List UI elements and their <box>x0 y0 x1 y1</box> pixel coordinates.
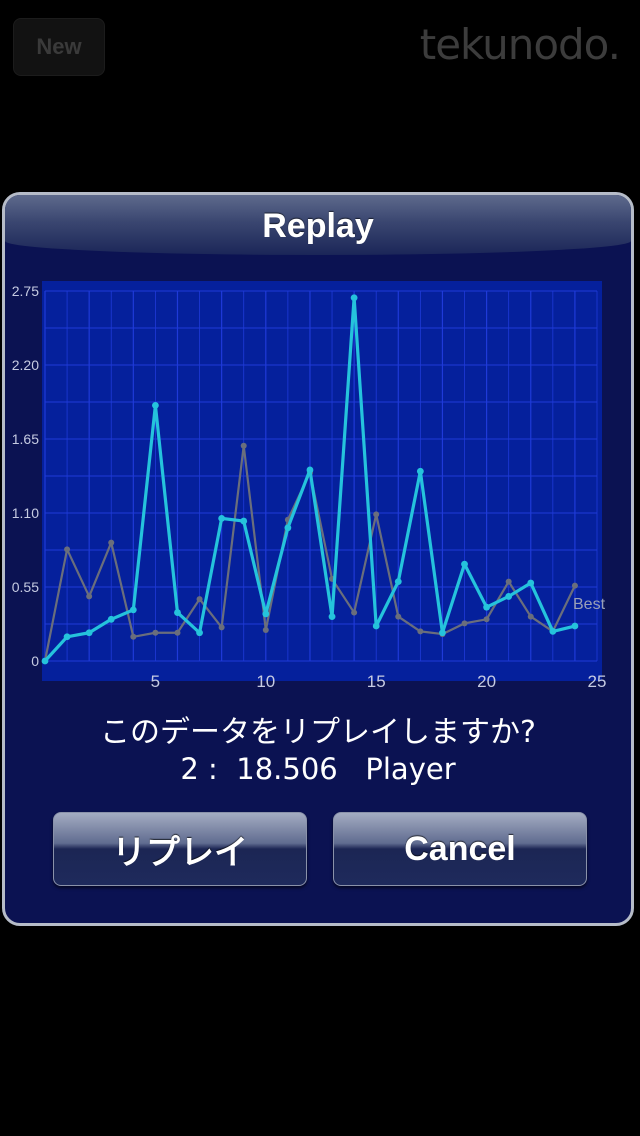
replay-record: 2 : 18.506 Player <box>180 752 456 786</box>
data-point <box>571 622 579 630</box>
x-tick-label: 25 <box>588 672 607 691</box>
x-tick-label: 5 <box>151 672 160 691</box>
y-tick-label: 0.55 <box>12 579 39 595</box>
data-point <box>196 596 203 603</box>
data-point <box>240 442 247 449</box>
replay-button[interactable]: リプレイ <box>53 812 307 886</box>
tekunodo-logo: tekunodo. <box>419 20 621 69</box>
data-point <box>372 622 380 630</box>
data-point <box>284 524 292 532</box>
y-tick-label: 2.75 <box>12 283 39 299</box>
data-point <box>86 593 93 600</box>
data-point <box>394 578 402 586</box>
data-point <box>417 628 424 635</box>
best-annotation: Best <box>573 596 606 613</box>
replay-dialog: Replay 0 0.55 1.10 1.65 2.20 2.75 5 10 15 20 25 B… <box>2 192 634 926</box>
data-point <box>527 613 534 620</box>
data-point <box>218 624 225 631</box>
y-tick-label: 0 <box>31 653 39 669</box>
y-axis-labels: 0 0.55 1.10 1.65 2.20 2.75 <box>12 283 39 669</box>
data-point <box>152 401 159 409</box>
data-point <box>107 615 115 623</box>
data-point <box>63 633 71 641</box>
y-tick-label: 1.65 <box>12 431 39 447</box>
data-point <box>240 517 248 525</box>
data-point <box>395 613 402 620</box>
data-point <box>262 627 269 634</box>
data-point <box>483 603 490 611</box>
data-point <box>373 511 380 518</box>
data-point <box>351 609 358 616</box>
data-point <box>174 629 181 636</box>
data-point <box>41 657 49 665</box>
x-tick-label: 10 <box>256 672 275 691</box>
data-point <box>152 629 159 636</box>
data-point <box>196 629 203 637</box>
data-point <box>129 606 137 614</box>
replay-question: このデータをリプレイしますか? <box>100 715 536 750</box>
data-point <box>483 616 490 623</box>
data-point <box>306 466 314 474</box>
top-bar: New tekunodo. <box>0 0 640 90</box>
data-point <box>571 582 578 589</box>
new-button[interactable]: New <box>13 18 105 76</box>
data-point <box>505 578 512 585</box>
data-point <box>505 593 513 600</box>
data-point <box>218 514 226 522</box>
data-point <box>130 633 137 640</box>
data-point <box>328 613 336 620</box>
data-point <box>549 628 557 635</box>
data-point <box>527 579 535 587</box>
data-point <box>174 609 181 616</box>
data-point <box>461 560 468 568</box>
dialog-title: Replay <box>262 207 374 245</box>
y-tick-label: 2.20 <box>12 357 39 373</box>
data-point <box>416 467 424 475</box>
y-tick-label: 1.10 <box>12 505 39 521</box>
data-point <box>439 629 446 637</box>
data-point <box>262 610 270 618</box>
x-tick-label: 15 <box>367 672 386 691</box>
x-tick-label: 20 <box>477 672 496 691</box>
data-point <box>108 539 115 546</box>
data-point <box>64 546 71 553</box>
data-point <box>461 620 468 627</box>
plot-area <box>42 281 602 681</box>
replay-chart: 0 0.55 1.10 1.65 2.20 2.75 5 10 15 20 25 Best <box>12 281 607 691</box>
data-point <box>85 629 93 637</box>
data-point <box>350 294 358 302</box>
cancel-button[interactable]: Cancel <box>333 812 587 886</box>
